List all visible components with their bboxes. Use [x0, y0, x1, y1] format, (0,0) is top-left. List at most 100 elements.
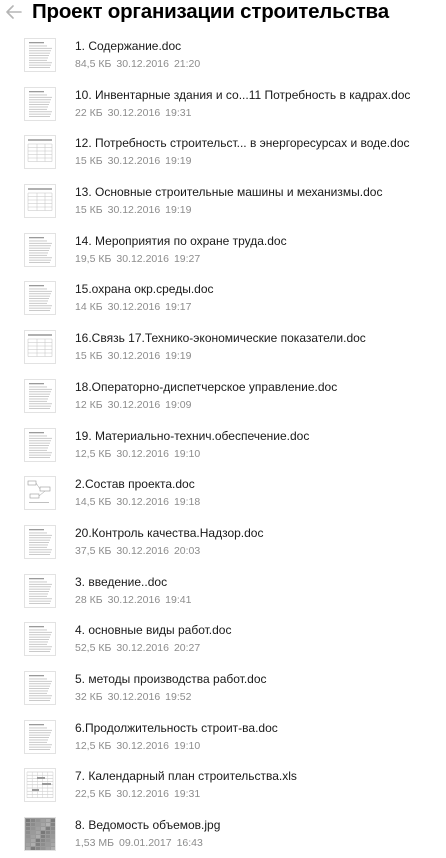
file-meta: 12,5 КБ 30.12.2016 19:10: [75, 448, 200, 460]
file-time: 19:52: [165, 690, 192, 703]
file-item[interactable]: 18.Операторно-диспетчерское управление.d…: [0, 371, 446, 420]
file-time: 19:19: [165, 155, 192, 168]
file-item[interactable]: 19. Материально-технич.обеспечение.doc 12…: [0, 420, 446, 469]
file-size: 12 КБ: [75, 398, 103, 411]
file-date: 30.12.2016: [116, 58, 169, 70]
file-size: 14,5 КБ: [75, 496, 112, 509]
file-date: 30.12.2016: [116, 252, 169, 265]
file-name: 2.Состав проекта.doc: [75, 477, 195, 492]
file-thumbnail: [24, 768, 56, 803]
file-size: 14 КБ: [75, 301, 103, 314]
file-size: 52,5 КБ: [75, 642, 112, 655]
file-size: 12,5 КБ: [75, 739, 112, 752]
file-date: 30.12.2016: [116, 544, 169, 557]
file-meta: 28 КБ 30.12.2016 19:41: [75, 594, 191, 606]
file-name: 12. Потребность строительст... в энергор…: [75, 136, 410, 151]
arrow-left-icon: [6, 5, 22, 19]
file-meta: 19,5 КБ 30.12.2016 19:27: [75, 253, 200, 265]
file-thumbnail: [24, 86, 56, 121]
file-item[interactable]: 4. основные виды работ.doc 52,5 КБ 30.12.2…: [0, 614, 446, 663]
file-date: 30.12.2016: [116, 739, 169, 752]
file-thumbnail: [24, 427, 56, 462]
file-meta: 32 КБ 30.12.2016 19:52: [75, 691, 191, 703]
file-item[interactable]: 13. Основные строительные машины и механ…: [0, 176, 446, 225]
file-item[interactable]: 15.охрана окр.среды.doc 14 КБ 30.12.2016 19…: [0, 273, 446, 322]
file-date: 30.12.2016: [107, 106, 161, 119]
file-time: 19:27: [173, 252, 201, 265]
file-time: 19:10: [173, 447, 201, 460]
file-meta: 22,5 КБ 30.12.2016 19:31: [75, 788, 200, 800]
file-size: 84,5 КБ: [75, 58, 112, 70]
file-thumbnail: [24, 38, 56, 72]
file-size: 22 КБ: [75, 106, 103, 119]
file-item[interactable]: 3. введение..doc 28 КБ 30.12.2016 19:41: [0, 566, 446, 615]
file-time: 19:09: [165, 398, 192, 411]
file-item[interactable]: 20.Контроль качества.Надзор.doc 37,5 КБ 30…: [0, 517, 446, 566]
file-size: 32 КБ: [75, 690, 103, 703]
file-list: 1. Содержание.doc 84,5 КБ 30.12.2016 21:20 1…: [0, 30, 446, 858]
file-thumbnail: [24, 281, 56, 316]
file-thumbnail: [24, 378, 56, 413]
file-item[interactable]: 5. методы производства работ.doc 32 КБ 30.…: [0, 663, 446, 712]
file-time: 19:18: [173, 496, 201, 509]
file-time: 20:27: [173, 642, 201, 655]
file-meta: 84,5 КБ 30.12.2016 21:20: [75, 58, 200, 70]
file-item[interactable]: 2.Состав проекта.doc 14,5 КБ 30.12.2016 19:…: [0, 468, 446, 517]
file-meta: 12,5 КБ 30.12.2016 19:10: [75, 740, 200, 752]
file-date: 30.12.2016: [116, 642, 169, 655]
file-name: 16.Связь 17.Технико-экономические показа…: [75, 331, 366, 346]
back-button[interactable]: [4, 2, 24, 22]
file-item[interactable]: 6.Продолжительность строит-ва.doc 12,5 КБ…: [0, 712, 446, 761]
file-name: 5. методы производства работ.doc: [75, 671, 267, 686]
file-date: 30.12.2016: [116, 788, 169, 801]
file-item[interactable]: 14. Мероприятия по охране труда.doc 19,5 …: [0, 225, 446, 274]
file-thumbnail: [24, 670, 56, 705]
file-thumbnail: [24, 817, 56, 851]
file-name: 20.Контроль качества.Надзор.doc: [75, 525, 264, 540]
file-date: 30.12.2016: [107, 690, 161, 703]
file-size: 1,53 МБ: [75, 837, 114, 849]
file-date: 09.01.2017: [119, 837, 172, 849]
file-thumbnail: [24, 719, 56, 754]
file-size: 22,5 КБ: [75, 788, 112, 801]
file-time: 19:19: [165, 350, 192, 363]
header: Проект организации строительства: [0, 0, 446, 26]
file-meta: 12 КБ 30.12.2016 19:09: [75, 399, 191, 411]
file-item[interactable]: 8. Ведомость объемов.jpg 1,53 МБ 09.01.201…: [0, 809, 446, 858]
file-date: 30.12.2016: [107, 350, 161, 363]
file-size: 28 КБ: [75, 593, 103, 606]
file-name: 3. введение..doc: [75, 574, 168, 589]
file-item[interactable]: 7. Календарный план строительства.xls 22,…: [0, 760, 446, 809]
file-name: 4. основные виды работ.doc: [75, 623, 232, 638]
file-time: 19:10: [173, 739, 201, 752]
file-size: 12,5 КБ: [75, 447, 112, 460]
file-date: 30.12.2016: [107, 398, 161, 411]
file-meta: 1,53 МБ 09.01.2017 16:43: [75, 837, 203, 849]
file-date: 30.12.2016: [107, 204, 161, 217]
file-size: 15 КБ: [75, 155, 103, 168]
file-size: 37,5 КБ: [75, 544, 112, 557]
file-thumbnail: [24, 573, 56, 608]
file-meta: 22 КБ 30.12.2016 19:31: [75, 107, 191, 119]
file-date: 30.12.2016: [116, 496, 169, 509]
file-name: 15.охрана окр.среды.doc: [75, 282, 214, 297]
file-date: 30.12.2016: [116, 447, 169, 460]
page-title: Проект организации строительства: [32, 0, 389, 23]
file-time: 20:03: [173, 544, 201, 557]
file-item[interactable]: 16.Связь 17.Технико-экономические показа…: [0, 322, 446, 371]
file-name: 13. Основные строительные машины и механ…: [75, 185, 383, 200]
file-time: 19:17: [165, 301, 192, 314]
file-thumbnail: [24, 330, 56, 365]
file-date: 30.12.2016: [107, 593, 161, 606]
file-item[interactable]: 1. Содержание.doc 84,5 КБ 30.12.2016 21:20: [0, 30, 446, 79]
file-item[interactable]: 10. Инвентарные здания и со...11 Потребн…: [0, 79, 446, 128]
file-meta: 15 КБ 30.12.2016 19:19: [75, 350, 191, 362]
file-thumbnail: [24, 184, 56, 219]
file-item[interactable]: 12. Потребность строительст... в энергор…: [0, 127, 446, 176]
file-time: 19:31: [173, 788, 201, 801]
file-size: 19,5 КБ: [75, 252, 112, 265]
file-meta: 52,5 КБ 30.12.2016 20:27: [75, 642, 200, 654]
file-time: 21:20: [173, 58, 201, 70]
file-meta: 15 КБ 30.12.2016 19:19: [75, 155, 191, 167]
file-name: 19. Материально-технич.обеспечение.doc: [75, 428, 310, 443]
